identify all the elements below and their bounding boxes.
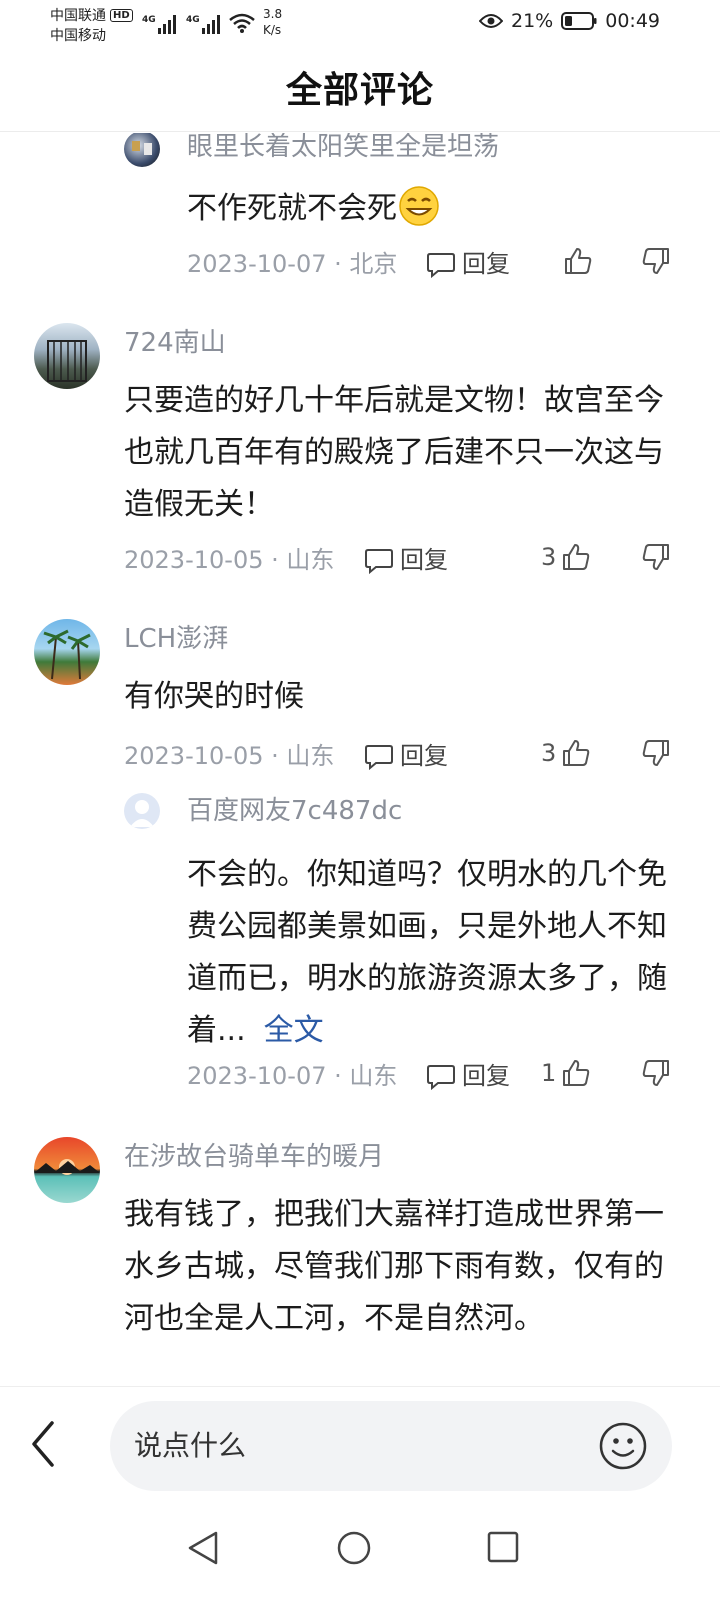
like-count: 3 (541, 739, 557, 767)
like-button[interactable]: 1 (541, 1057, 592, 1089)
dislike-button[interactable] (640, 541, 672, 577)
avatar-image (132, 141, 152, 155)
username[interactable]: 724南山 (124, 327, 226, 359)
comment-icon (427, 1065, 455, 1090)
thumb-down-icon (642, 544, 669, 570)
comment-input[interactable]: 说点什么 (110, 1401, 672, 1491)
system-navigation-bar (0, 1496, 720, 1600)
battery-icon (561, 12, 597, 30)
comment-input-bar: 说点什么 (0, 1386, 720, 1496)
like-count: 1 (541, 1059, 557, 1087)
username[interactable]: 眼里长着太阳笑里全是坦荡 (187, 133, 499, 163)
comment-meta: 2023-10-05 · 山东 (124, 742, 335, 770)
grin-emoji-icon (399, 186, 439, 226)
thumb-down-icon (642, 248, 669, 274)
dislike-button[interactable] (640, 737, 672, 773)
avatar-image (43, 629, 91, 680)
comment-text: 只要造的好几十年后就是文物！故宫至今也就几百年有的殿烧了后建不只一次这与造假无关… (124, 383, 664, 522)
reply-button[interactable]: 回复 (364, 545, 448, 575)
comment-meta: 2023-10-05 · 山东 (124, 546, 335, 574)
comment-text: 不作死就不会死 (187, 183, 667, 235)
thumb-down-icon (642, 1060, 669, 1086)
back-chevron-icon[interactable] (28, 1419, 58, 1469)
comment-icon (365, 745, 393, 770)
carrier-1: 中国联通 (50, 8, 106, 24)
like-button[interactable]: 3 (541, 737, 592, 769)
comment-icon (365, 549, 393, 574)
carrier-info: 中国联通 HD 中国移动 (50, 6, 133, 46)
reply-button[interactable]: 回复 (426, 1061, 510, 1091)
comment-meta: 2023-10-07 · 北京 (187, 250, 398, 278)
reply-button[interactable]: 回复 (426, 249, 510, 279)
comment-list[interactable]: 眼里长着太阳笑里全是坦荡 不作死就不会死 2023-10-07 · 北京 回复 … (0, 133, 720, 1383)
avatar-image (34, 1159, 100, 1175)
thumb-up-icon (563, 1060, 590, 1086)
thumb-up-icon (563, 740, 590, 766)
avatar[interactable] (124, 793, 160, 829)
nav-back-icon[interactable] (186, 1530, 220, 1566)
avatar[interactable] (34, 1137, 100, 1203)
clock: 00:49 (605, 10, 660, 32)
status-bar: 中国联通 HD 中国移动 4G 4G 3.8 K/s 21% 00:49 (0, 0, 720, 50)
thumb-down-icon (642, 740, 669, 766)
comment-text: 我有钱了，把我们大嘉祥打造成世界第一水乡古城，尽管我们那下雨有数，仅有的河也全是… (124, 1197, 664, 1336)
comment-item: LCH澎湃 有你哭的时候 2023-10-05 · 山东 回复 3 (0, 619, 720, 789)
avatar[interactable] (34, 323, 100, 389)
hd-badge: HD (110, 9, 133, 22)
svg-text:4G: 4G (186, 15, 200, 25)
username[interactable]: LCH澎湃 (124, 623, 228, 655)
username[interactable]: 在涉故台骑单车的暖月 (124, 1141, 384, 1173)
comment-item: 724南山 只要造的好几十年后就是文物！故宫至今也就几百年有的殿烧了后建不只一次… (0, 323, 720, 593)
page-header: 全部评论 (0, 50, 720, 132)
comment-text: 有你哭的时候 (124, 679, 304, 714)
like-button[interactable] (562, 245, 594, 277)
battery-percent: 21% (511, 10, 554, 32)
avatar-image (47, 340, 87, 382)
thumb-up-icon (563, 544, 590, 570)
thumb-up-icon (565, 248, 592, 274)
like-count: 3 (541, 543, 557, 571)
comment-input-placeholder: 说点什么 (134, 1429, 247, 1462)
dislike-button[interactable] (640, 1057, 672, 1093)
signal-strength-icon-2: 4G (186, 15, 220, 34)
comment-icon (427, 253, 455, 278)
network-speed: 3.8 K/s (263, 7, 283, 37)
reply-item: 眼里长着太阳笑里全是坦荡 不作死就不会死 2023-10-07 · 北京 回复 (0, 133, 720, 303)
svg-text:4G: 4G (142, 15, 156, 25)
reply-item: 百度网友7c487dc 不会的。你知道吗？仅明水的几个免费公园都美景如画，只是外… (0, 793, 720, 1123)
wifi-icon (229, 13, 255, 33)
comment-text: 不会的。你知道吗？仅明水的几个免费公园都美景如画，只是外地人不知道而已，明水的旅… (187, 857, 667, 1048)
reply-button[interactable]: 回复 (364, 741, 448, 771)
smiley-icon[interactable] (598, 1421, 648, 1471)
read-full-text-link[interactable]: 全文 (264, 1013, 324, 1048)
avatar[interactable] (34, 619, 100, 685)
comment-meta: 2023-10-07 · 山东 (187, 1062, 398, 1090)
like-button[interactable]: 3 (541, 541, 592, 573)
page-title: 全部评论 (285, 70, 434, 111)
nav-recents-icon[interactable] (486, 1530, 520, 1564)
username[interactable]: 百度网友7c487dc (187, 795, 402, 827)
carrier-2: 中国移动 (50, 28, 106, 44)
status-right: 21% 00:49 (479, 10, 660, 32)
nav-home-icon[interactable] (336, 1530, 372, 1566)
signal-strength-icon: 4G (142, 15, 176, 34)
comment-item: 在涉故台骑单车的暖月 我有钱了，把我们大嘉祥打造成世界第一水乡古城，尽管我们那下… (0, 1137, 720, 1383)
default-avatar-icon (130, 800, 154, 827)
dislike-button[interactable] (640, 245, 672, 281)
eye-icon (479, 14, 503, 28)
avatar[interactable] (124, 133, 160, 167)
